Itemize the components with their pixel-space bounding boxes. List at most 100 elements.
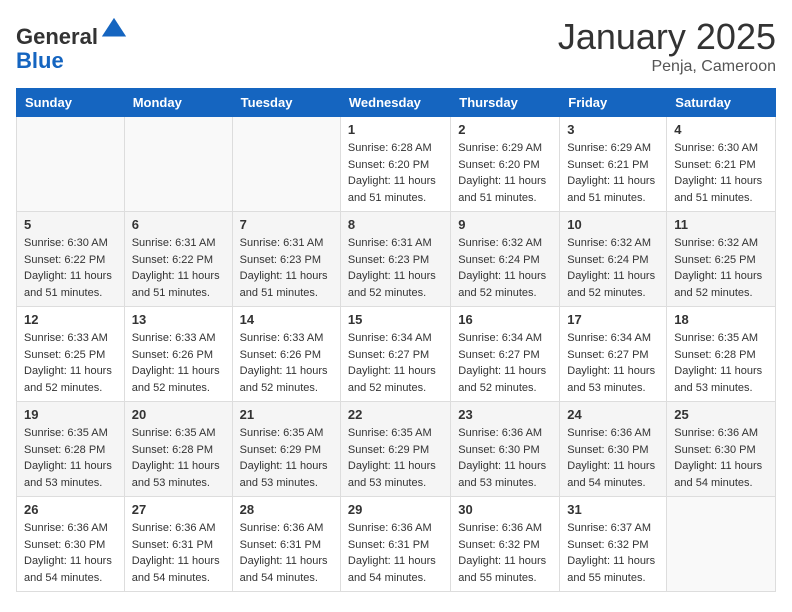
cell-info: Sunrise: 6:34 AMSunset: 6:27 PMDaylight:… <box>458 330 552 396</box>
cell-info: Sunrise: 6:31 AMSunset: 6:22 PMDaylight:… <box>132 235 225 301</box>
day-number: 28 <box>240 502 333 517</box>
calendar-cell: 8 Sunrise: 6:31 AMSunset: 6:23 PMDaylight… <box>340 212 450 307</box>
logo-blue: Blue <box>16 48 64 73</box>
cell-info: Sunrise: 6:36 AMSunset: 6:30 PMDaylight:… <box>674 425 768 491</box>
day-number: 1 <box>348 122 443 137</box>
calendar-cell: 24 Sunrise: 6:36 AMSunset: 6:30 PMDayligh… <box>560 402 667 497</box>
cell-info: Sunrise: 6:35 AMSunset: 6:28 PMDaylight:… <box>674 330 768 396</box>
calendar-header-row: SundayMondayTuesdayWednesdayThursdayFrid… <box>17 89 776 117</box>
calendar-cell: 5 Sunrise: 6:30 AMSunset: 6:22 PMDaylight… <box>17 212 125 307</box>
calendar-cell: 14 Sunrise: 6:33 AMSunset: 6:26 PMDayligh… <box>232 307 340 402</box>
day-number: 26 <box>24 502 117 517</box>
day-number: 17 <box>567 312 659 327</box>
calendar-cell: 20Sunrise: 6:35 AMSunset: 6:28 PMDayligh… <box>124 402 232 497</box>
day-number: 22 <box>348 407 443 422</box>
cell-info: Sunrise: 6:35 AMSunset: 6:28 PMDaylight:… <box>132 425 225 491</box>
day-number: 18 <box>674 312 768 327</box>
logo-icon <box>100 16 128 44</box>
calendar-cell: 12 Sunrise: 6:33 AMSunset: 6:25 PMDayligh… <box>17 307 125 402</box>
cell-info: Sunrise: 6:35 AMSunset: 6:29 PMDaylight:… <box>240 425 333 491</box>
cell-info: Sunrise: 6:29 AMSunset: 6:20 PMDaylight:… <box>458 140 552 206</box>
cell-info: Sunrise: 6:34 AMSunset: 6:27 PMDaylight:… <box>348 330 443 396</box>
day-number: 3 <box>567 122 659 137</box>
title-block: January 2025 Penja, Cameroon <box>558 16 776 76</box>
calendar-cell: 7Sunrise: 6:31 AMSunset: 6:23 PMDaylight… <box>232 212 340 307</box>
calendar-cell: 3 Sunrise: 6:29 AMSunset: 6:21 PMDaylight… <box>560 117 667 212</box>
cell-info: Sunrise: 6:33 AMSunset: 6:26 PMDaylight:… <box>240 330 333 396</box>
cell-info: Sunrise: 6:32 AMSunset: 6:25 PMDaylight:… <box>674 235 768 301</box>
calendar-day-header: Sunday <box>17 89 125 117</box>
cell-info: Sunrise: 6:36 AMSunset: 6:31 PMDaylight:… <box>348 520 443 586</box>
cell-info: Sunrise: 6:31 AMSunset: 6:23 PMDaylight:… <box>348 235 443 301</box>
calendar-cell: 6 Sunrise: 6:31 AMSunset: 6:22 PMDaylight… <box>124 212 232 307</box>
day-number: 24 <box>567 407 659 422</box>
cell-info: Sunrise: 6:35 AMSunset: 6:29 PMDaylight:… <box>348 425 443 491</box>
cell-info: Sunrise: 6:32 AMSunset: 6:24 PMDaylight:… <box>567 235 659 301</box>
calendar-cell: 16 Sunrise: 6:34 AMSunset: 6:27 PMDayligh… <box>451 307 560 402</box>
calendar-day-header: Friday <box>560 89 667 117</box>
calendar-cell: 25 Sunrise: 6:36 AMSunset: 6:30 PMDayligh… <box>667 402 776 497</box>
cell-info: Sunrise: 6:30 AMSunset: 6:22 PMDaylight:… <box>24 235 117 301</box>
calendar-cell: 11 Sunrise: 6:32 AMSunset: 6:25 PMDayligh… <box>667 212 776 307</box>
calendar-cell: 19Sunrise: 6:35 AMSunset: 6:28 PMDayligh… <box>17 402 125 497</box>
calendar-week-row: 5 Sunrise: 6:30 AMSunset: 6:22 PMDaylight… <box>17 212 776 307</box>
day-number: 30 <box>458 502 552 517</box>
calendar-cell: 23Sunrise: 6:36 AMSunset: 6:30 PMDayligh… <box>451 402 560 497</box>
cell-info: Sunrise: 6:29 AMSunset: 6:21 PMDaylight:… <box>567 140 659 206</box>
calendar-day-header: Thursday <box>451 89 560 117</box>
calendar-day-header: Monday <box>124 89 232 117</box>
calendar-cell: 27Sunrise: 6:36 AMSunset: 6:31 PMDayligh… <box>124 497 232 592</box>
cell-info: Sunrise: 6:33 AMSunset: 6:25 PMDaylight:… <box>24 330 117 396</box>
calendar-cell: 15 Sunrise: 6:34 AMSunset: 6:27 PMDayligh… <box>340 307 450 402</box>
cell-info: Sunrise: 6:32 AMSunset: 6:24 PMDaylight:… <box>458 235 552 301</box>
calendar-week-row: 19Sunrise: 6:35 AMSunset: 6:28 PMDayligh… <box>17 402 776 497</box>
calendar-cell <box>124 117 232 212</box>
calendar-cell: 10 Sunrise: 6:32 AMSunset: 6:24 PMDayligh… <box>560 212 667 307</box>
calendar-cell: 31 Sunrise: 6:37 AMSunset: 6:32 PMDayligh… <box>560 497 667 592</box>
cell-info: Sunrise: 6:36 AMSunset: 6:30 PMDaylight:… <box>567 425 659 491</box>
cell-info: Sunrise: 6:30 AMSunset: 6:21 PMDaylight:… <box>674 140 768 206</box>
cell-info: Sunrise: 6:34 AMSunset: 6:27 PMDaylight:… <box>567 330 659 396</box>
calendar-cell: 4 Sunrise: 6:30 AMSunset: 6:21 PMDaylight… <box>667 117 776 212</box>
calendar-day-header: Saturday <box>667 89 776 117</box>
day-number: 4 <box>674 122 768 137</box>
calendar-cell: 9 Sunrise: 6:32 AMSunset: 6:24 PMDaylight… <box>451 212 560 307</box>
day-number: 10 <box>567 217 659 232</box>
page-header: General Blue January 2025 Penja, Cameroo… <box>16 16 776 76</box>
calendar-cell: 1 Sunrise: 6:28 AMSunset: 6:20 PMDaylight… <box>340 117 450 212</box>
cell-info: Sunrise: 6:28 AMSunset: 6:20 PMDaylight:… <box>348 140 443 206</box>
calendar-day-header: Tuesday <box>232 89 340 117</box>
calendar-week-row: 1 Sunrise: 6:28 AMSunset: 6:20 PMDaylight… <box>17 117 776 212</box>
cell-info: Sunrise: 6:36 AMSunset: 6:30 PMDaylight:… <box>24 520 117 586</box>
calendar-cell: 30 Sunrise: 6:36 AMSunset: 6:32 PMDayligh… <box>451 497 560 592</box>
calendar-cell: 29Sunrise: 6:36 AMSunset: 6:31 PMDayligh… <box>340 497 450 592</box>
calendar-cell: 13Sunrise: 6:33 AMSunset: 6:26 PMDayligh… <box>124 307 232 402</box>
day-number: 16 <box>458 312 552 327</box>
day-number: 31 <box>567 502 659 517</box>
day-number: 5 <box>24 217 117 232</box>
day-number: 15 <box>348 312 443 327</box>
day-number: 6 <box>132 217 225 232</box>
day-number: 23 <box>458 407 552 422</box>
day-number: 14 <box>240 312 333 327</box>
day-number: 2 <box>458 122 552 137</box>
day-number: 7 <box>240 217 333 232</box>
day-number: 11 <box>674 217 768 232</box>
day-number: 9 <box>458 217 552 232</box>
calendar-cell: 22 Sunrise: 6:35 AMSunset: 6:29 PMDayligh… <box>340 402 450 497</box>
calendar-cell: 21Sunrise: 6:35 AMSunset: 6:29 PMDayligh… <box>232 402 340 497</box>
calendar-cell: 18 Sunrise: 6:35 AMSunset: 6:28 PMDayligh… <box>667 307 776 402</box>
day-number: 27 <box>132 502 225 517</box>
calendar-cell: 26 Sunrise: 6:36 AMSunset: 6:30 PMDayligh… <box>17 497 125 592</box>
logo: General Blue <box>16 16 128 73</box>
calendar-cell: 2 Sunrise: 6:29 AMSunset: 6:20 PMDaylight… <box>451 117 560 212</box>
day-number: 25 <box>674 407 768 422</box>
calendar-cell <box>232 117 340 212</box>
day-number: 13 <box>132 312 225 327</box>
cell-info: Sunrise: 6:37 AMSunset: 6:32 PMDaylight:… <box>567 520 659 586</box>
day-number: 12 <box>24 312 117 327</box>
cell-info: Sunrise: 6:36 AMSunset: 6:31 PMDaylight:… <box>240 520 333 586</box>
calendar-cell <box>667 497 776 592</box>
cell-info: Sunrise: 6:36 AMSunset: 6:32 PMDaylight:… <box>458 520 552 586</box>
day-number: 8 <box>348 217 443 232</box>
